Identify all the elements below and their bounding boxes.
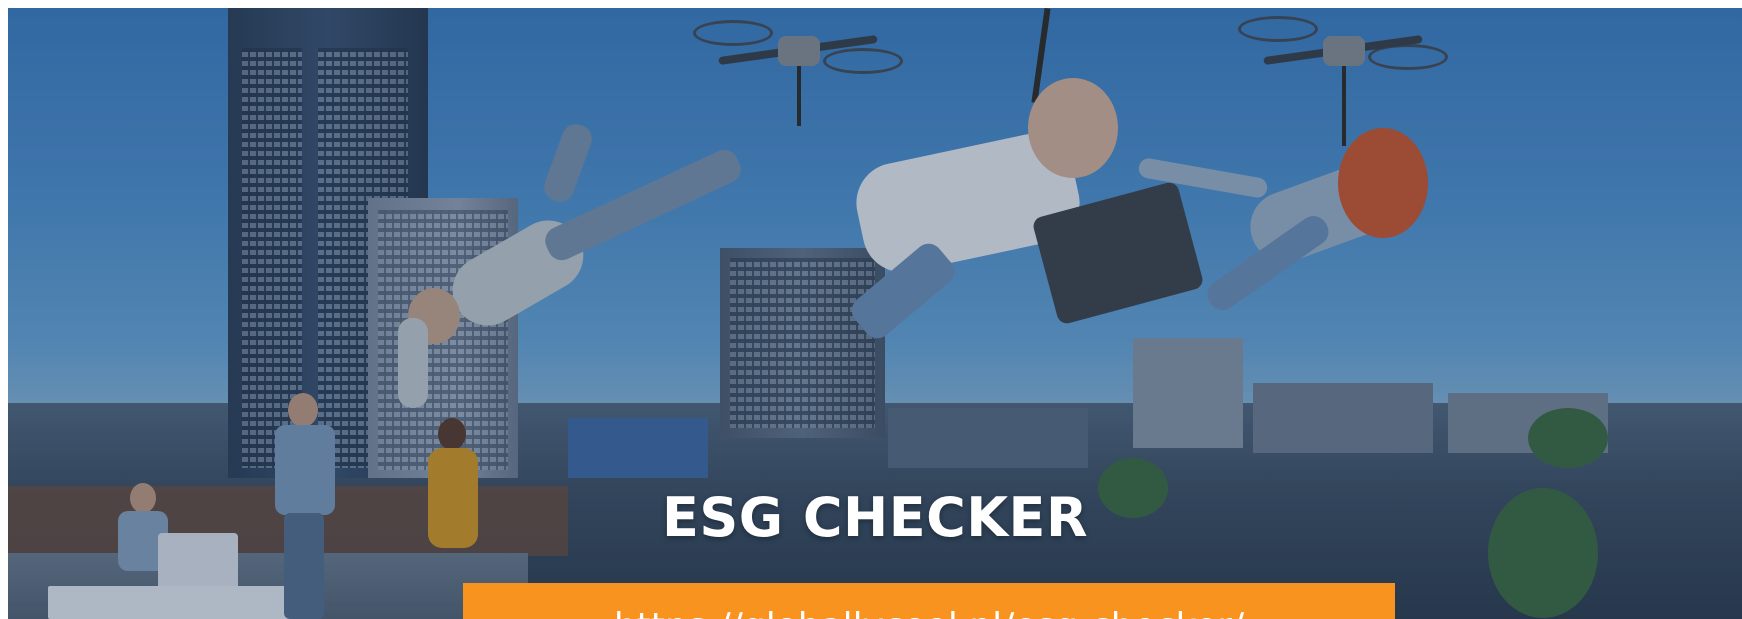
hero-banner: ESG CHECKER https://globallycool.nl/esg-…: [8, 8, 1742, 619]
page-title: ESG CHECKER: [661, 486, 1089, 549]
url-banner: https://globallycool.nl/esg-checker/: [463, 583, 1395, 619]
esg-checker-link[interactable]: https://globallycool.nl/esg-checker/: [463, 583, 1395, 619]
